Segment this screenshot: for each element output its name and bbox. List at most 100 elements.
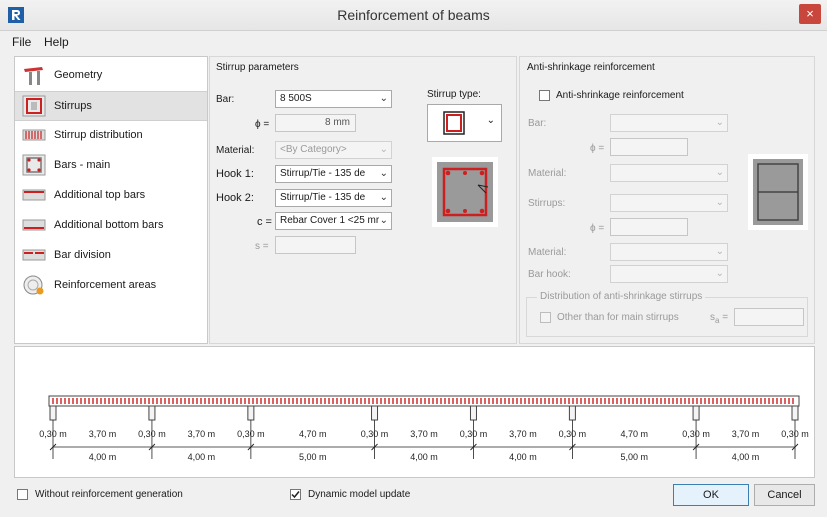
ok-button[interactable]: OK xyxy=(673,484,749,506)
phi-label: ϕ = xyxy=(255,119,270,130)
anti-barhook-select[interactable]: ⌄ xyxy=(610,265,728,283)
stirrup-distribution-icon xyxy=(22,129,46,141)
nav-item-reinforcement-areas[interactable]: Reinforcement areas xyxy=(15,271,207,299)
anti-stirrups-label: Stirrups: xyxy=(528,198,566,209)
material-select-value: <By Category> xyxy=(280,144,347,155)
chevron-down-icon: ⌄ xyxy=(379,192,388,203)
geometry-icon xyxy=(24,67,43,85)
stirrup-type-select[interactable]: ⌄ xyxy=(427,104,502,142)
menu-file[interactable]: File xyxy=(12,35,31,49)
anti-material2-select[interactable]: ⌄ xyxy=(610,243,728,261)
support xyxy=(568,405,576,421)
anti-phi2-label: ϕ = xyxy=(590,223,605,234)
phi-field: 8 mm xyxy=(275,114,356,132)
close-button[interactable]: × xyxy=(799,4,821,24)
closed-stirrup-icon xyxy=(443,111,465,135)
checkmark-icon xyxy=(291,491,300,499)
material-label: Material: xyxy=(216,145,255,156)
beam-diagram: 0,30 m 0,30 m 0,30 m 0,30 m 0,30 m 0,30 m 0,30… xyxy=(39,395,809,462)
stirrup-parameters-panel: Stirrup parameters Bar: 8 500S ⌄ ϕ = 8 mm… xyxy=(209,56,517,344)
chevron-down-icon: ⌄ xyxy=(486,115,495,126)
dynamic-update-checkbox[interactable] xyxy=(290,489,301,500)
span-length-label: 4,00 m xyxy=(89,452,117,462)
anti-group-title: Anti-shrinkage reinforcement xyxy=(527,62,655,73)
support xyxy=(247,405,255,421)
clear-span-label: 3,70 m xyxy=(509,429,537,439)
nav-item-additional-top-bars[interactable]: Additional top bars xyxy=(15,181,207,209)
distribution-group: Distribution of anti-shrinkage stirrups … xyxy=(526,291,808,337)
chevron-down-icon: ⌄ xyxy=(379,168,388,179)
anti-phi2-field xyxy=(610,218,688,236)
cover-select[interactable]: Rebar Cover 1 <25 mr ⌄ xyxy=(275,212,392,230)
support-width-label: 0,30 m xyxy=(460,429,488,439)
span-length-label: 5,00 m xyxy=(299,452,327,462)
support xyxy=(692,405,700,421)
hook2-select-value: Stirrup/Tie - 135 de xyxy=(280,192,366,203)
hook1-label: Hook 1: xyxy=(216,168,254,180)
nav-item-stirrups[interactable]: Stirrups xyxy=(15,91,207,121)
support-width-label: 0,30 m xyxy=(361,429,389,439)
chevron-down-icon: ⌄ xyxy=(715,268,724,279)
other-than-main-label: Other than for main stirrups xyxy=(557,312,679,323)
nav-label: Additional top bars xyxy=(54,189,146,201)
anti-stirrups-select[interactable]: ⌄ xyxy=(610,194,728,212)
anti-s-field xyxy=(734,308,804,326)
support xyxy=(469,405,477,421)
stirrup-type-label: Stirrup type: xyxy=(427,89,481,100)
material-select[interactable]: <By Category> ⌄ xyxy=(275,141,392,159)
anti-phi-label: ϕ = xyxy=(590,143,605,154)
nav-label: Stirrups xyxy=(54,100,92,112)
clear-span-label: 4,70 m xyxy=(620,429,648,439)
beam-preview: 0,30 m 0,30 m 0,30 m 0,30 m 0,30 m 0,30 m 0,30… xyxy=(14,346,815,478)
clear-span-label: 4,70 m xyxy=(299,429,327,439)
bar-select[interactable]: 8 500S ⌄ xyxy=(275,90,392,108)
chevron-down-icon: ⌄ xyxy=(379,215,388,226)
window-title: Reinforcement of beams xyxy=(337,7,490,23)
nav-label: Bars - main xyxy=(54,159,111,171)
clear-span-label: 3,70 m xyxy=(410,429,438,439)
support xyxy=(371,405,379,421)
support xyxy=(49,405,57,421)
support-width-label: 0,30 m xyxy=(682,429,710,439)
bar-select-value: 8 500S xyxy=(280,93,312,104)
bar-label: Bar: xyxy=(216,94,235,105)
anti-shrinkage-checkbox[interactable] xyxy=(539,90,550,101)
bars-main-icon xyxy=(22,154,46,176)
other-than-main-checkbox[interactable] xyxy=(540,312,551,323)
anti-bar-select[interactable]: ⌄ xyxy=(610,114,728,132)
distribution-title: Distribution of anti-shrinkage stirrups xyxy=(537,291,706,302)
hook2-select[interactable]: Stirrup/Tie - 135 de ⌄ xyxy=(275,189,392,207)
spacing-label: s = xyxy=(255,241,269,252)
anti-material-select[interactable]: ⌄ xyxy=(610,164,728,182)
nav-item-bar-division[interactable]: Bar division xyxy=(15,241,207,269)
span-length-label: 4,00 m xyxy=(188,452,216,462)
without-generation-checkbox[interactable] xyxy=(17,489,28,500)
hook2-label: Hook 2: xyxy=(216,192,254,204)
hook1-select[interactable]: Stirrup/Tie - 135 de ⌄ xyxy=(275,165,392,183)
additional-bottom-bars-icon xyxy=(22,219,46,231)
nav-label: Reinforcement areas xyxy=(54,279,157,291)
anti-material2-label: Material: xyxy=(528,247,567,258)
cover-label: c = xyxy=(257,216,272,228)
anti-shrinkage-checkbox-label: Anti-shrinkage reinforcement xyxy=(556,90,684,101)
anti-shrinkage-preview-image xyxy=(748,154,808,230)
nav-item-geometry[interactable]: Geometry xyxy=(15,61,207,89)
nav-item-bars-main[interactable]: Bars - main xyxy=(15,151,207,179)
chevron-down-icon: ⌄ xyxy=(715,117,724,128)
menu-help[interactable]: Help xyxy=(44,35,69,49)
chevron-down-icon: ⌄ xyxy=(715,167,724,178)
nav-label: Geometry xyxy=(54,69,103,81)
stirrup-preview-image xyxy=(432,157,498,227)
anti-barhook-label: Bar hook: xyxy=(528,269,571,280)
cancel-button[interactable]: Cancel xyxy=(754,484,815,506)
nav-item-stirrup-distribution[interactable]: Stirrup distribution xyxy=(15,121,207,149)
nav-item-additional-bottom-bars[interactable]: Additional bottom bars xyxy=(15,211,207,239)
nav-label: Bar division xyxy=(54,249,111,261)
clear-span-label: 3,70 m xyxy=(89,429,117,439)
dynamic-update-label: Dynamic model update xyxy=(308,489,411,500)
menu-bar: File Help xyxy=(0,31,827,51)
chevron-down-icon: ⌄ xyxy=(379,93,388,104)
clear-span-label: 3,70 m xyxy=(732,429,760,439)
reinforcement-areas-icon xyxy=(23,275,44,295)
support xyxy=(148,405,156,421)
